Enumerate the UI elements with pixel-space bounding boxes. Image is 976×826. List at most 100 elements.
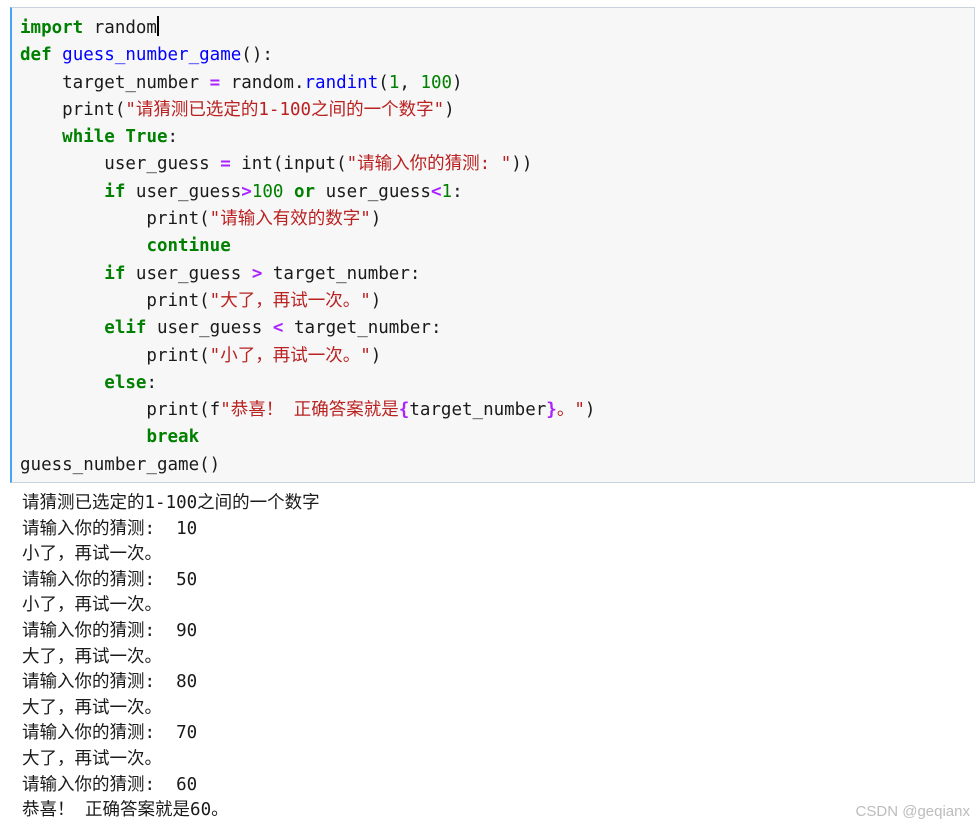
code-token: if <box>104 263 126 284</box>
code-token: : <box>452 181 463 202</box>
code-token: ) <box>370 209 382 230</box>
code-token: def <box>20 45 52 66</box>
code-token: ) <box>370 290 382 311</box>
code-token: user_guess <box>20 154 221 175</box>
code-line: print(f"恭喜！ 正确答案就是{target_number}。") <box>20 397 595 424</box>
code-token: print( <box>20 345 210 366</box>
code-token: "请输入有效的数字" <box>209 209 371 230</box>
code-token: ) <box>584 400 596 421</box>
code-token: target_number: <box>262 263 421 284</box>
code-line: continue <box>20 233 595 260</box>
output-line: 小了，再试一次。 <box>22 595 162 616</box>
code-token: > <box>251 263 263 284</box>
code-token: target_number <box>409 400 547 421</box>
code-token: print( <box>20 209 210 230</box>
code-token: ) <box>452 72 463 93</box>
watermark: CSDN @geqianx <box>855 803 970 820</box>
code-token: random <box>83 18 157 38</box>
code-token: < <box>272 318 284 339</box>
code-line: def guess_number_game(): <box>20 42 595 69</box>
code-token: } <box>546 400 557 421</box>
code-line: if user_guess > target_number: <box>20 261 595 288</box>
code-token: user_guess <box>125 181 242 202</box>
code-token: while <box>62 127 115 148</box>
code-line: import random <box>20 15 595 42</box>
output-line: 请输入你的猜测: 70 <box>22 723 198 744</box>
code-token: print(f <box>20 400 221 421</box>
code-token: guess_number_game() <box>20 454 221 475</box>
output-line: 恭喜！ 正确答案就是60。 <box>22 800 229 821</box>
code-token: user_guess <box>125 263 252 284</box>
code-token: (): <box>241 45 273 66</box>
code-token: > <box>241 181 252 202</box>
code-token: target_number <box>20 72 210 93</box>
output-line: 请输入你的猜测: 80 <box>22 672 198 693</box>
code-token: print( <box>20 99 126 120</box>
code-token: 。" <box>556 400 585 421</box>
code-token: else <box>104 372 147 393</box>
code-token: target_number: <box>283 318 442 339</box>
code-token: continue <box>146 236 231 257</box>
code-token: : <box>167 127 179 148</box>
text-cursor <box>156 16 159 36</box>
code-line: print("请输入有效的数字") <box>20 206 595 233</box>
code-token: elif <box>104 318 147 339</box>
output-line: 大了，再试一次。 <box>22 748 162 769</box>
code-line: print("大了，再试一次。") <box>20 288 595 315</box>
code-token: user_guess <box>146 318 273 339</box>
code-token: "恭喜！ 正确答案就是 <box>220 400 399 421</box>
code-token: import <box>20 18 84 38</box>
output-line: 请猜测已选定的1-100之间的一个数字 <box>22 493 320 513</box>
code-token: ) <box>370 345 382 366</box>
output-line: 请输入你的猜测: 60 <box>22 774 198 795</box>
code-token: if <box>104 181 126 202</box>
code-token: user_guess <box>315 181 431 202</box>
code-line: elif user_guess < target_number: <box>20 315 595 342</box>
code-token: ) <box>444 99 455 120</box>
code-token: )) <box>511 154 533 175</box>
code-token: 100 <box>251 181 284 202</box>
code-token: print( <box>20 290 210 311</box>
code-token: 100 <box>420 72 453 93</box>
code-line: target_number = random.randint(1, 100) <box>20 70 595 97</box>
code-token: guess_number_game <box>62 45 242 66</box>
output-line: 请输入你的猜测: 50 <box>22 569 198 590</box>
code-token: break <box>146 427 200 448</box>
code-line: if user_guess>100 or user_guess<1: <box>20 179 595 206</box>
code-editor[interactable]: import random def guess_number_game(): ta… <box>20 15 595 479</box>
output-line: 请输入你的猜测: 90 <box>22 620 198 641</box>
code-token: ( <box>378 72 389 93</box>
code-token: "大了，再试一次。" <box>209 290 371 311</box>
code-line: guess_number_game() <box>20 452 595 479</box>
code-token: = <box>209 72 221 93</box>
code-token: , <box>399 72 421 93</box>
code-token: True <box>125 127 168 148</box>
code-token: : <box>146 372 157 393</box>
code-token: < <box>430 181 442 202</box>
code-token: "小了，再试一次。" <box>209 345 371 366</box>
cell-output: 请猜测已选定的1-100之间的一个数字 请输入你的猜测: 10 小了，再试一次。 请输… <box>22 491 320 824</box>
code-line: else: <box>20 370 595 397</box>
code-token: or <box>293 181 316 202</box>
code-token: random. <box>220 72 305 93</box>
code-token: = <box>220 154 231 175</box>
code-token: 1 <box>388 72 400 93</box>
code-token: randint <box>304 72 379 93</box>
code-line: break <box>20 424 595 451</box>
output-line: 大了，再试一次。 <box>22 697 162 718</box>
code-token: "请猜测已选定的1-100之间的一个数字" <box>125 99 445 120</box>
code-token: "请输入你的猜测: " <box>346 154 512 175</box>
code-line: while True: <box>20 124 595 151</box>
code-token: int(input( <box>230 154 347 175</box>
code-cell[interactable]: import random def guess_number_game(): ta… <box>10 7 975 483</box>
output-line: 请输入你的猜测: 10 <box>22 518 198 539</box>
